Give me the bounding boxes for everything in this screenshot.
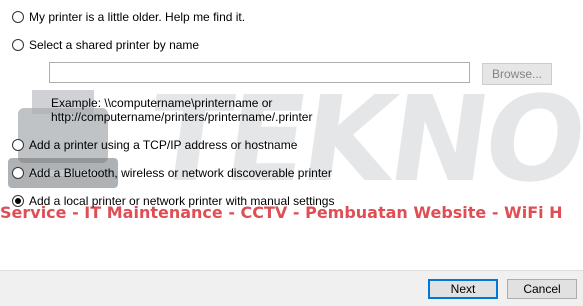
- option-tcpip[interactable]: Add a printer using a TCP/IP address or …: [12, 136, 297, 154]
- option-local-manual[interactable]: Add a local printer or network printer w…: [12, 192, 334, 210]
- option-label: Add a local printer or network printer w…: [29, 194, 335, 208]
- example-line: Example: \\computername\printername or: [51, 96, 273, 110]
- option-bluetooth-wireless[interactable]: Add a Bluetooth, wireless or network dis…: [12, 164, 332, 182]
- dialog-content: TEKNODY Service - IT Maintenance - CCTV …: [0, 0, 583, 270]
- radio-button[interactable]: [12, 39, 24, 51]
- option-label: My printer is a little older. Help me fi…: [29, 10, 246, 24]
- next-button[interactable]: Next: [428, 279, 498, 299]
- option-label: Add a printer using a TCP/IP address or …: [29, 138, 298, 152]
- radio-button-selected[interactable]: [12, 195, 24, 207]
- example-line: http://computername/printers/printername…: [51, 110, 313, 124]
- option-label: Select a shared printer by name: [29, 38, 200, 52]
- browse-button[interactable]: Browse...: [482, 63, 552, 85]
- option-older-printer[interactable]: My printer is a little older. Help me fi…: [12, 8, 245, 26]
- radio-button[interactable]: [12, 11, 24, 23]
- cancel-button[interactable]: Cancel: [507, 279, 577, 299]
- shared-printer-name-input[interactable]: [49, 62, 470, 83]
- radio-button[interactable]: [12, 167, 24, 179]
- option-shared-printer[interactable]: Select a shared printer by name: [12, 36, 199, 54]
- example-text: Example: \\computername\printername or h…: [51, 96, 312, 124]
- option-label: Add a Bluetooth, wireless or network dis…: [29, 166, 332, 180]
- radio-button[interactable]: [12, 139, 24, 151]
